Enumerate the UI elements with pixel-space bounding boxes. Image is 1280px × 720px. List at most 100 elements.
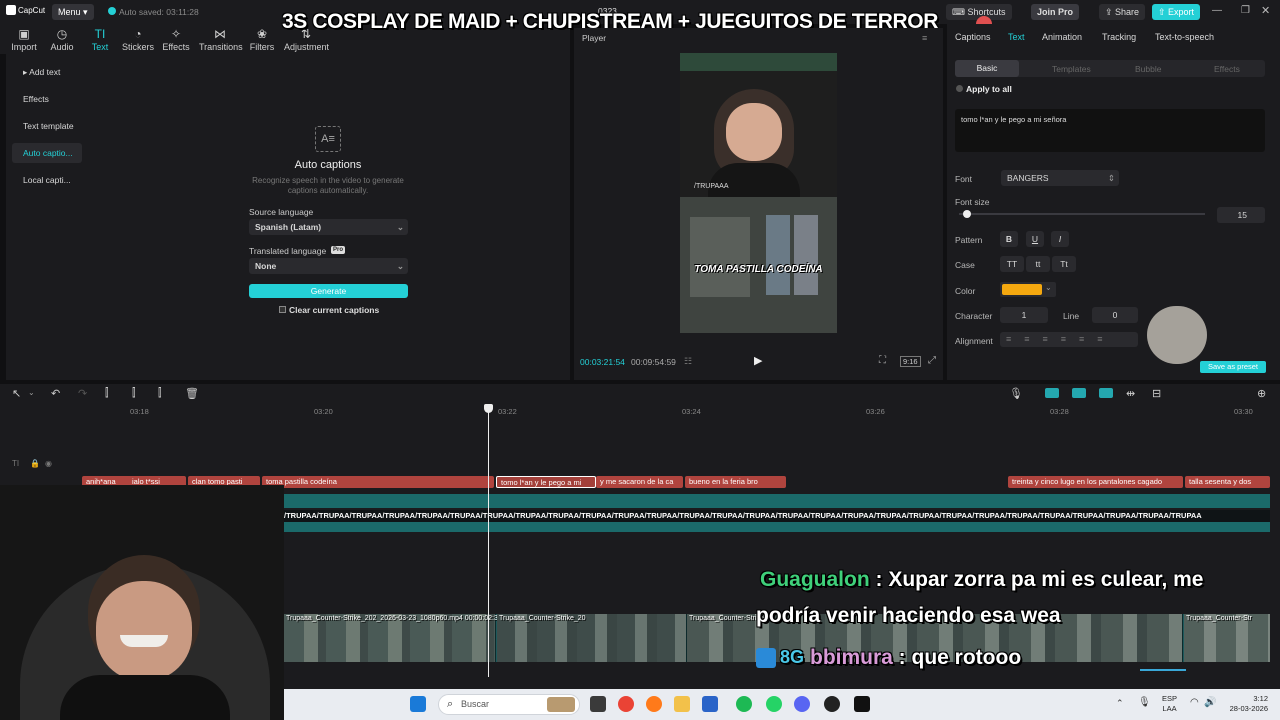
bold-button[interactable]: B — [1000, 231, 1018, 247]
text-clip[interactable]: y me sacaron de la ca — [596, 476, 683, 488]
text-clip-selected[interactable]: tomo l*an y le pego a mi — [496, 476, 596, 488]
redo-icon[interactable]: ↷ — [78, 387, 87, 400]
spotify-icon[interactable] — [736, 696, 752, 712]
play-icon[interactable]: ▶ — [754, 354, 762, 367]
split-right-icon[interactable]: ⫿ — [158, 387, 162, 400]
translated-language-select[interactable]: None ⌄ — [249, 258, 408, 274]
sidebar-item-add-text[interactable]: ▸ Add text — [12, 62, 82, 82]
font-select[interactable]: BANGERS ⇕ — [1001, 170, 1119, 186]
overlay-track[interactable] — [284, 494, 1270, 508]
whatsapp-icon[interactable] — [766, 696, 782, 712]
tool-filters[interactable]: ❀ Filters — [242, 26, 282, 52]
tray-chevron-up-icon[interactable]: ⌃ — [1116, 698, 1124, 709]
tool-audio[interactable]: ◷ Audio — [42, 26, 82, 52]
subtab-templates[interactable]: Templates — [1052, 64, 1091, 74]
preview-axis-icon[interactable]: ⇹ — [1126, 387, 1135, 400]
split-icon[interactable]: ⫿ — [105, 387, 109, 400]
subtab-basic[interactable]: Basic — [955, 60, 1019, 77]
save-as-preset-button[interactable]: Save as preset — [1200, 361, 1266, 373]
sidebar-item-text-template[interactable]: Text template — [12, 116, 82, 136]
chrome-icon[interactable] — [618, 696, 634, 712]
taskbar-search[interactable]: ⌕ Buscar — [438, 694, 580, 715]
timecode-menu-icon[interactable]: ☷ — [684, 356, 692, 367]
tab-text-to-speech[interactable]: Text-to-speech — [1155, 32, 1214, 42]
subtab-effects[interactable]: Effects — [1214, 64, 1240, 74]
firefox-icon[interactable] — [646, 696, 662, 712]
generate-button[interactable]: Generate — [249, 284, 408, 298]
linkage-icon[interactable] — [1099, 388, 1113, 398]
video-preview[interactable]: /TRUPAAA TOMA PASTILLA CODEÍNA — [680, 53, 837, 333]
scroll-indicator[interactable] — [1140, 669, 1186, 671]
capcut-taskbar-icon[interactable] — [854, 696, 870, 712]
chevron-down-icon[interactable]: ⌄ — [28, 388, 35, 397]
tab-captions[interactable]: Captions — [955, 32, 991, 42]
slider-thumb[interactable] — [963, 210, 971, 218]
lock-icon[interactable]: 🔒 — [30, 459, 40, 468]
overlay-track-2[interactable] — [284, 522, 1270, 532]
zoom-out-icon[interactable]: ⊟ — [1152, 387, 1161, 400]
video-clip[interactable]: Trupaaa_Counter-Strike_20 — [497, 614, 687, 662]
tab-animation[interactable]: Animation — [1042, 32, 1082, 42]
underline-button[interactable]: U — [1026, 231, 1044, 247]
task-view-icon[interactable] — [590, 696, 606, 712]
font-size-input[interactable]: 15 — [1217, 207, 1265, 223]
case-lower-button[interactable]: tt — [1026, 256, 1050, 272]
apply-to-all-checkbox[interactable] — [956, 85, 963, 92]
playhead[interactable] — [488, 407, 489, 677]
clock[interactable]: 3:12 28-03-2026 — [1224, 694, 1268, 714]
zoom-fit-icon[interactable]: ⊕ — [1257, 387, 1266, 400]
wifi-icon[interactable]: ◠ — [1190, 697, 1199, 708]
tool-effects[interactable]: ✧ Effects — [156, 26, 196, 52]
line-spacing-input[interactable]: 0 — [1092, 307, 1138, 323]
text-clip[interactable]: treinta y cinco lugo en los pantalones c… — [1008, 476, 1183, 488]
clear-captions-checkbox[interactable] — [279, 306, 286, 313]
store-icon[interactable] — [702, 696, 718, 712]
text-clip[interactable]: toma pastilla codeína — [262, 476, 494, 488]
language-indicator[interactable]: ESP LAA — [1162, 694, 1177, 714]
select-cursor-icon[interactable]: ↖ — [12, 387, 21, 400]
italic-button[interactable]: I — [1051, 231, 1069, 247]
tab-text[interactable]: Text — [1008, 32, 1025, 42]
player-menu-icon[interactable]: ≡ — [922, 33, 927, 43]
split-left-icon[interactable]: ⫿ — [132, 387, 136, 400]
eye-icon[interactable]: ◉ — [45, 459, 52, 468]
fit-screen-icon[interactable]: ⛶ — [879, 355, 886, 366]
close-icon[interactable]: ✕ — [1261, 4, 1270, 17]
font-size-slider[interactable] — [959, 210, 1205, 218]
obs-icon[interactable] — [824, 696, 840, 712]
fullscreen-icon[interactable]: ⤢ — [928, 355, 936, 366]
text-clip[interactable]: talla sesenta y dos — [1185, 476, 1270, 488]
case-upper-button[interactable]: TT — [1000, 256, 1024, 272]
sidebar-item-auto-captions[interactable]: Auto captio... — [12, 143, 82, 163]
watermark-track[interactable]: /TRUPAA/TRUPAA/TRUPAA/TRUPAA/TRUPAA/TRUP… — [284, 510, 1270, 522]
character-spacing-input[interactable]: 1 — [1000, 307, 1048, 323]
caption-text-input[interactable]: tomo l*an y le pego a mi señora — [955, 109, 1265, 152]
volume-icon[interactable]: 🔊 — [1204, 697, 1216, 708]
discord-icon[interactable] — [794, 696, 810, 712]
share-button[interactable]: ⇪ Share — [1099, 4, 1146, 20]
undo-icon[interactable]: ↶ — [51, 387, 60, 400]
playhead-handle[interactable] — [484, 404, 493, 413]
sidebar-item-effects[interactable]: Effects — [12, 89, 82, 109]
join-pro-button[interactable]: Join Pro — [1031, 4, 1080, 20]
microphone-icon[interactable]: 🎙 — [1009, 387, 1023, 400]
case-title-button[interactable]: Tt — [1052, 256, 1076, 272]
file-explorer-icon[interactable] — [674, 696, 690, 712]
alignment-buttons[interactable]: ≡≡≡≡≡≡ — [1000, 332, 1138, 347]
export-button[interactable]: ⇧ Export — [1152, 4, 1201, 20]
maximize-icon[interactable]: ❐ — [1241, 5, 1250, 16]
tool-stickers[interactable]: ◔ Stickers — [118, 26, 158, 52]
sidebar-item-local-captions[interactable]: Local capti... — [12, 170, 82, 190]
snap-icon[interactable] — [1072, 388, 1086, 398]
microphone-tray-icon[interactable]: 🎙 — [1138, 697, 1151, 708]
subtab-bubble[interactable]: Bubble — [1135, 64, 1161, 74]
video-clip[interactable]: Trupaaa_Counter-Str — [1184, 614, 1270, 662]
tab-tracking[interactable]: Tracking — [1102, 32, 1136, 42]
ratio-button[interactable]: 9:16 — [900, 356, 921, 367]
video-clip[interactable]: Trupaaa_Counter-Strike_202_2026-03-23_10… — [284, 614, 502, 662]
tool-text[interactable]: TI Text — [80, 26, 120, 52]
tool-transitions[interactable]: ⋈ Transitions — [199, 26, 243, 52]
menu-button[interactable]: Menu ▾ — [52, 4, 94, 20]
source-language-select[interactable]: Spanish (Latam) ⌄ — [249, 219, 408, 235]
delete-icon[interactable]: 🗑 — [185, 387, 199, 400]
